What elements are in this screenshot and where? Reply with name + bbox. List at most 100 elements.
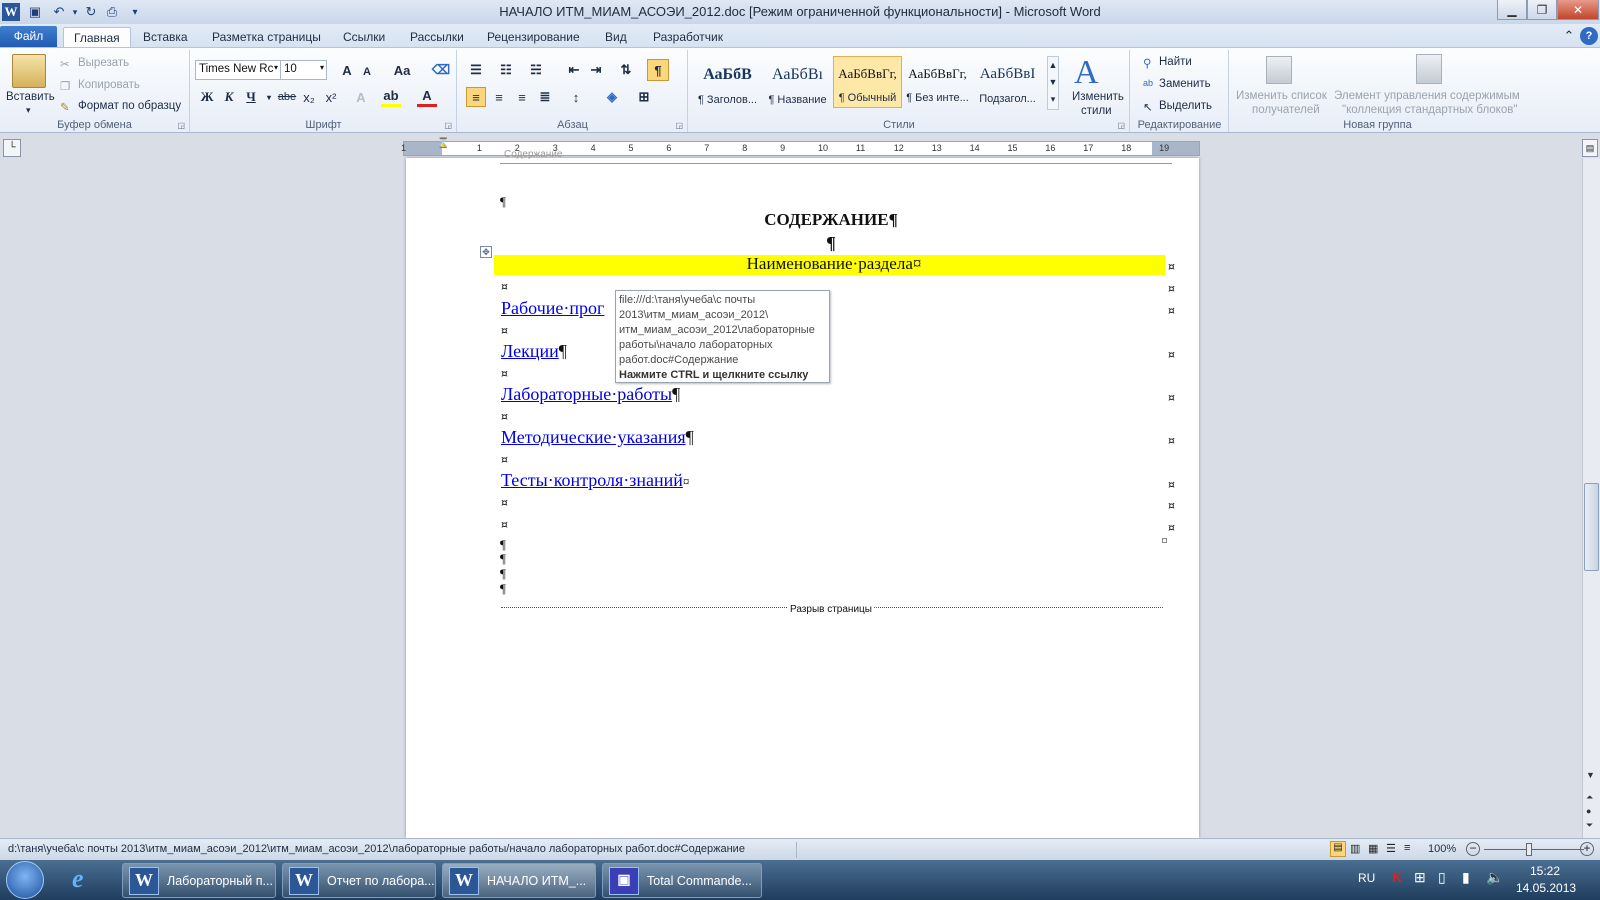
font-size-combo[interactable]: 10 ▾ xyxy=(280,60,327,80)
help-icon[interactable]: ? xyxy=(1580,27,1598,45)
link-text[interactable]: Лекции xyxy=(501,341,559,361)
zoom-in-icon[interactable]: + xyxy=(1580,842,1594,856)
clear-formatting-icon[interactable]: ⌫ xyxy=(431,60,451,80)
change-case-button[interactable]: Aa xyxy=(389,60,415,80)
borders-icon[interactable]: ⊞ xyxy=(634,87,654,107)
replace-icon[interactable]: ab xyxy=(1143,78,1153,88)
style-subtitle[interactable]: АаБбВвI Подзагол... xyxy=(973,56,1042,108)
document-page[interactable]: Содержание ¶ СОДЕРЖАНИЕ¶ ¶ ✥ Наименовани… xyxy=(406,149,1199,838)
style-heading1[interactable]: АаБбВ ¶ Заголов... xyxy=(693,56,762,108)
italic-button[interactable]: К xyxy=(219,87,239,107)
replace-button[interactable]: Заменить xyxy=(1159,78,1211,90)
building-blocks-icon[interactable] xyxy=(1416,54,1442,84)
view-ruler-icon[interactable]: ▤ xyxy=(1582,139,1598,157)
close-button[interactable]: ✕ xyxy=(1557,0,1599,20)
chevron-down-icon[interactable]: ▾ xyxy=(274,63,278,72)
line-spacing-icon[interactable]: ↕ xyxy=(566,87,586,107)
change-styles-label1[interactable]: Изменить xyxy=(1072,91,1124,103)
print-layout-view-icon[interactable]: ▤ xyxy=(1330,841,1346,857)
zoom-slider-track[interactable] xyxy=(1484,849,1584,850)
internet-explorer-icon[interactable]: e xyxy=(72,864,84,894)
sort-icon[interactable]: ⇅ xyxy=(616,60,636,80)
device-icon[interactable]: ▯ xyxy=(1438,869,1446,886)
tab-page-layout[interactable]: Разметка страницы xyxy=(202,27,331,48)
taskbar-item-lab[interactable]: W Лабораторный п... xyxy=(122,863,276,898)
bullets-icon[interactable]: ☰ xyxy=(466,60,486,80)
volume-icon[interactable]: 🔈 xyxy=(1486,869,1503,886)
tab-home[interactable]: Главная xyxy=(63,27,131,48)
vertical-scrollbar[interactable]: ▼ ⏶ ● ⏷ xyxy=(1582,158,1600,838)
justify-icon[interactable]: ≣ xyxy=(535,87,555,107)
clock-time[interactable]: 15:22 xyxy=(1530,864,1560,878)
signal-icon[interactable]: ▮ xyxy=(1462,869,1470,886)
subscript-button[interactable]: x₂ xyxy=(299,87,319,107)
link-tests[interactable]: Тесты·контроля·знаний¤ xyxy=(501,470,689,491)
restore-button[interactable]: ❐ xyxy=(1527,0,1557,20)
font-launcher-icon[interactable]: ◲ xyxy=(444,121,452,130)
find-button[interactable]: Найти xyxy=(1159,56,1192,68)
shading-icon[interactable]: ◈ xyxy=(602,87,622,107)
superscript-button[interactable]: x² xyxy=(321,87,341,107)
decrease-indent-icon[interactable]: ⇤ xyxy=(564,60,584,80)
tab-review[interactable]: Рецензирование xyxy=(477,27,590,48)
link-text[interactable]: Тесты·контроля·знаний xyxy=(501,470,683,490)
link-text[interactable]: Лабораторные·работы xyxy=(501,384,672,404)
tab-file[interactable]: Файл xyxy=(0,26,57,48)
table-move-handle-icon[interactable]: ✥ xyxy=(480,246,492,258)
copy-button[interactable]: Копировать xyxy=(78,79,140,91)
change-styles-label2[interactable]: стили xyxy=(1081,105,1112,117)
start-button[interactable] xyxy=(6,861,44,899)
minimize-button[interactable]: ▁ xyxy=(1497,0,1527,20)
shrink-font-button[interactable]: A xyxy=(357,62,377,82)
language-indicator[interactable]: RU xyxy=(1358,871,1375,885)
format-painter-icon[interactable]: ✎ xyxy=(60,100,70,114)
strikethrough-button[interactable]: abe xyxy=(275,87,299,107)
link-lectures[interactable]: Лекции¶ xyxy=(501,341,567,362)
style-no-spacing[interactable]: АаБбВвГг, ¶ Без инте... xyxy=(903,56,972,108)
style-title[interactable]: АаБбВı ¶ Название xyxy=(763,56,832,108)
link-text[interactable]: Рабочие·прог xyxy=(501,298,604,318)
font-color-icon[interactable]: A xyxy=(417,87,437,107)
grow-font-button[interactable]: A xyxy=(337,60,357,80)
full-screen-reading-icon[interactable]: ▥ xyxy=(1350,842,1360,855)
change-styles-icon[interactable]: A xyxy=(1074,54,1099,92)
copy-icon[interactable]: ❐ xyxy=(60,79,70,93)
content-control-label2[interactable]: "коллекция стандартных блоков" xyxy=(1342,104,1517,116)
scroll-thumb[interactable] xyxy=(1584,483,1599,571)
cut-icon[interactable]: ✂ xyxy=(60,57,70,71)
show-formatting-button[interactable]: ¶ xyxy=(647,59,669,81)
numbering-icon[interactable]: ☷ xyxy=(496,60,516,80)
paste-button[interactable]: Вставить xyxy=(6,91,55,103)
styles-launcher-icon[interactable]: ◲ xyxy=(1117,121,1125,130)
link-text[interactable]: Методические·указания xyxy=(501,427,686,447)
tab-insert[interactable]: Вставка xyxy=(133,27,198,48)
underline-button[interactable]: Ч xyxy=(241,87,261,107)
zoom-out-icon[interactable]: − xyxy=(1466,842,1480,856)
find-icon[interactable]: ⚲ xyxy=(1143,56,1151,70)
format-painter-button[interactable]: Формат по образцу xyxy=(78,100,181,112)
text-effects-icon[interactable]: A xyxy=(351,87,371,107)
tab-view[interactable]: Вид xyxy=(595,27,637,48)
table-resize-handle[interactable] xyxy=(1162,538,1167,543)
paragraph-launcher-icon[interactable]: ◲ xyxy=(675,121,683,130)
next-page-icon[interactable]: ⏷ xyxy=(1586,820,1593,831)
link-work-programs[interactable]: Рабочие·прог xyxy=(501,298,604,319)
chevron-down-icon[interactable]: ▾ xyxy=(320,63,324,72)
styles-scroll[interactable]: ▲ ▼ ▾ xyxy=(1047,56,1059,110)
font-name-combo[interactable]: Times New Rc ▾ xyxy=(195,60,281,80)
table-header-cell[interactable]: Наименование·раздела¤ xyxy=(494,254,1174,274)
tab-mailings[interactable]: Рассылки xyxy=(400,27,474,48)
content-control-label1[interactable]: Элемент управления содержимым xyxy=(1334,90,1520,102)
paste-icon[interactable] xyxy=(12,54,46,88)
align-center-icon[interactable]: ≡ xyxy=(489,87,509,107)
link-guidelines[interactable]: Методические·указания¶ xyxy=(501,427,694,448)
edit-recipients-label2[interactable]: получателей xyxy=(1252,104,1320,116)
clock-date[interactable]: 14.05.2013 xyxy=(1516,881,1576,895)
draft-view-icon[interactable]: ≡ xyxy=(1404,842,1410,854)
web-layout-icon[interactable]: ▦ xyxy=(1368,842,1378,855)
browse-object-icon[interactable]: ● xyxy=(1586,806,1591,816)
select-button[interactable]: Выделить xyxy=(1159,100,1212,112)
taskbar-item-report[interactable]: W Отчет по лабора... xyxy=(282,863,436,898)
minimize-ribbon-icon[interactable]: ⌃ xyxy=(1560,27,1578,45)
increase-indent-icon[interactable]: ⇥ xyxy=(586,60,606,80)
